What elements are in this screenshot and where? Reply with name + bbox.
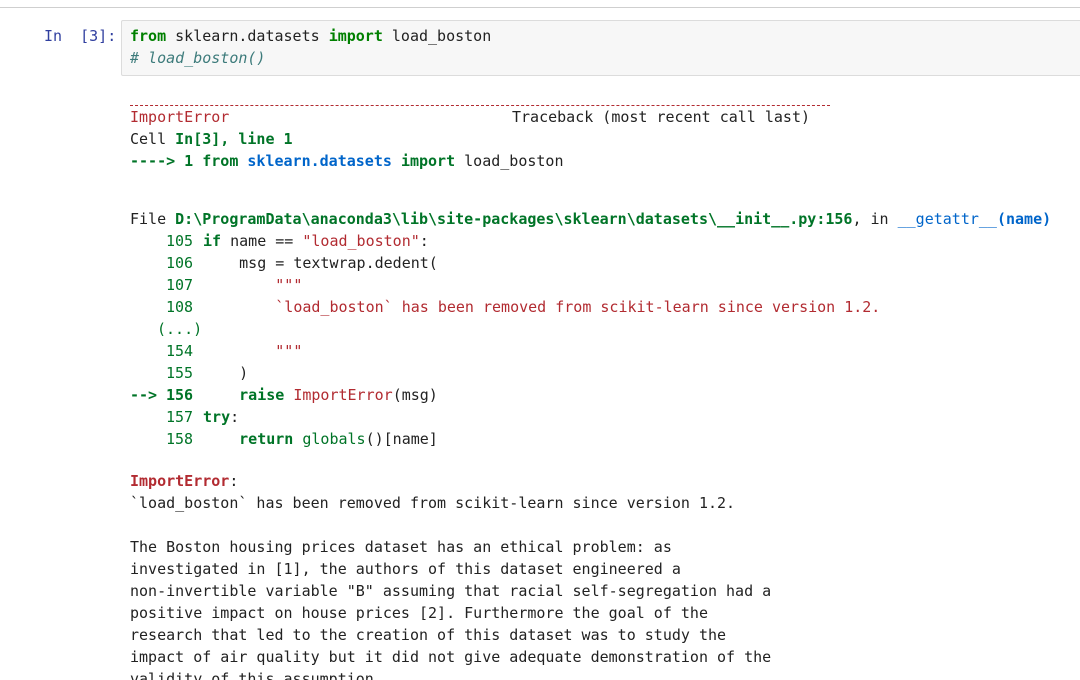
keyword-from: from bbox=[130, 27, 167, 45]
line-code: ) bbox=[194, 362, 248, 384]
line-number: 106 bbox=[166, 254, 194, 272]
line-number: 105 bbox=[166, 232, 194, 250]
message-line: `load_boston` has been removed from scik… bbox=[130, 494, 736, 512]
code-comment: # load_boston() bbox=[130, 49, 266, 67]
code-token: : bbox=[230, 408, 240, 426]
code-token: (msg) bbox=[392, 386, 438, 404]
line-code: msg = textwrap.dedent( bbox=[194, 252, 438, 274]
line-code: """ bbox=[194, 340, 302, 362]
code-line-1[interactable]: from sklearn.datasets import load_boston bbox=[130, 25, 491, 47]
message-line: impact of air quality but it did not giv… bbox=[130, 648, 772, 666]
message-line: validity of this assumption. bbox=[130, 670, 383, 680]
line-number: 156 bbox=[166, 386, 194, 404]
cell-ref: In[3], line 1 bbox=[175, 130, 293, 148]
file-line: File D:\ProgramData\anaconda3\lib\site-p… bbox=[130, 210, 1052, 228]
traceback-title: Traceback (most recent call last) bbox=[512, 108, 811, 126]
line-number: 154 bbox=[166, 342, 194, 360]
line-code: raise ImportError(msg) bbox=[194, 384, 438, 406]
arrow-marker: --> bbox=[130, 386, 167, 404]
message-line: research that led to the creation of thi… bbox=[130, 626, 727, 644]
final-error-name: ImportError bbox=[130, 472, 230, 490]
line-code: return globals()[name] bbox=[194, 428, 438, 450]
code-token: if bbox=[203, 232, 222, 250]
module-name: sklearn.datasets bbox=[166, 27, 329, 45]
line-code: try: bbox=[194, 406, 239, 428]
line-code: """ bbox=[194, 274, 302, 296]
line-number: 108 bbox=[166, 298, 194, 316]
code-editor[interactable]: from sklearn.datasets import load_boston… bbox=[121, 20, 1080, 76]
line-number: 155 bbox=[166, 364, 194, 382]
input-prompt: In [3]: bbox=[44, 27, 117, 45]
code-token: msg = textwrap.dedent( bbox=[194, 254, 438, 272]
code-token: raise bbox=[239, 386, 285, 404]
code-token: "load_boston" bbox=[302, 232, 420, 250]
imported-name: load_boston bbox=[382, 27, 492, 45]
code-token: `load_boston` has been removed from scik… bbox=[275, 298, 881, 316]
message-line: The Boston housing prices dataset has an… bbox=[130, 538, 672, 556]
line-number: (...) bbox=[157, 320, 203, 338]
code-line-2[interactable]: # load_boston() bbox=[130, 47, 265, 69]
line-code: if name == "load_boston": bbox=[194, 230, 429, 252]
final-error-line: ImportError: bbox=[130, 472, 239, 490]
function-name: __getattr__ bbox=[897, 210, 997, 228]
message-line: non-invertible variable "B" assuming tha… bbox=[130, 582, 772, 600]
file-path[interactable]: D:\ProgramData\anaconda3\lib\site-packag… bbox=[175, 210, 852, 228]
code-token: : bbox=[419, 232, 429, 250]
code-token: try bbox=[203, 408, 231, 426]
arrow-marker: ----> bbox=[130, 152, 176, 170]
code-token: name == bbox=[221, 232, 303, 250]
line-number: 158 bbox=[166, 430, 194, 448]
traceback-header: ImportError Traceback (most recent call l… bbox=[130, 106, 810, 128]
arrow-line: ----> 1 from sklearn.datasets import loa… bbox=[130, 152, 564, 170]
code-token: """ bbox=[275, 342, 303, 360]
line-code: `load_boston` has been removed from scik… bbox=[194, 296, 880, 318]
line-number: 107 bbox=[166, 276, 194, 294]
code-token: """ bbox=[275, 276, 303, 294]
error-name: ImportError bbox=[130, 108, 230, 126]
message-line: investigated in [1], the authors of this… bbox=[130, 560, 681, 578]
code-token: return bbox=[239, 430, 294, 448]
cell-top-border bbox=[0, 7, 1080, 8]
code-token: ()[name] bbox=[365, 430, 438, 448]
keyword-import: import bbox=[328, 27, 383, 45]
code-token: ) bbox=[194, 364, 249, 382]
code-token: globals bbox=[302, 430, 366, 448]
cell-reference: Cell In[3], line 1 bbox=[130, 130, 293, 148]
line-number: 157 bbox=[166, 408, 194, 426]
code-token: ImportError bbox=[293, 386, 393, 404]
message-line: positive impact on house prices [2]. Fur… bbox=[130, 604, 708, 622]
function-args: (name) bbox=[996, 210, 1052, 228]
